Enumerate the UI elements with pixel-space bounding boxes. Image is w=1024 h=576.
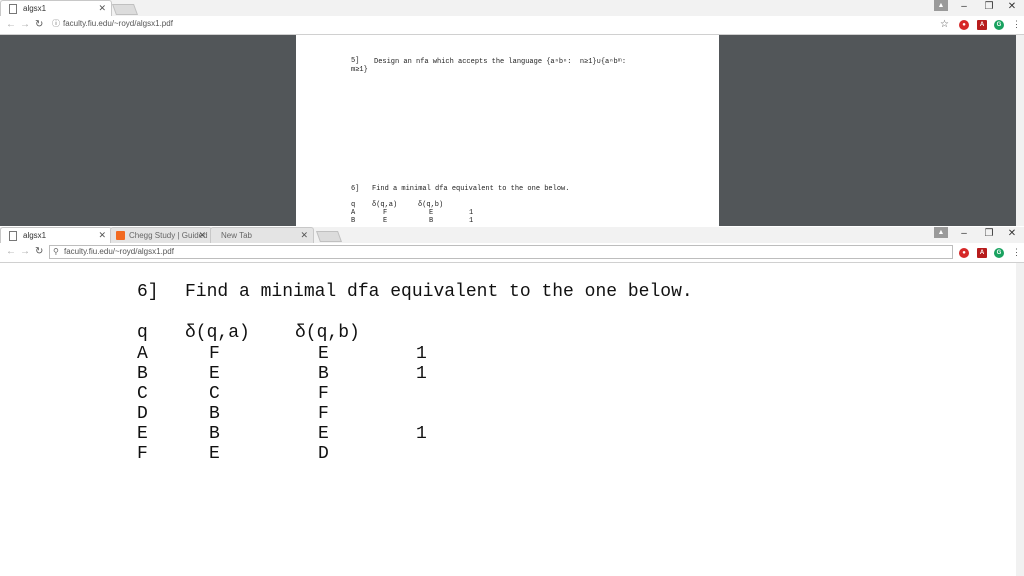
problem5-line2: m≥1} <box>351 66 368 74</box>
row-E-a: B <box>209 424 220 444</box>
extension-red-icon[interactable]: ● <box>959 248 969 258</box>
profile-icon[interactable]: ▲ <box>934 0 948 11</box>
extension-pdf-icon[interactable]: A <box>977 20 987 30</box>
close-window-icon[interactable]: ✕ <box>1005 227 1019 241</box>
bottom-address-bar[interactable]: ⚲ faculty.fiu.edu/~royd/algsx1.pdf <box>49 245 953 259</box>
top-scrollbar[interactable] <box>1016 35 1024 226</box>
row-A-accept: 1 <box>416 344 427 364</box>
forward-arrow-icon[interactable]: → <box>20 246 30 257</box>
row-F-b: D <box>318 444 329 464</box>
reload-icon[interactable]: ↻ <box>35 246 43 257</box>
top-row-B-a: E <box>383 217 388 225</box>
extension-green-icon[interactable]: G <box>994 20 1004 30</box>
tab-title: algsx1 <box>23 4 47 13</box>
tab-title: New Tab <box>221 231 252 240</box>
top-header-delta-b: δ(q,b) <box>418 201 444 209</box>
search-icon: ⚲ <box>53 247 59 256</box>
new-tab-button[interactable] <box>111 4 139 15</box>
star-icon[interactable]: ☆ <box>940 19 949 30</box>
top-row-A-q: A <box>351 209 356 217</box>
header-delta-a: δ(q,a) <box>185 323 250 343</box>
top-row-A-accept: 1 <box>469 209 474 217</box>
row-D-a: B <box>209 404 220 424</box>
problem6-number: 6] <box>137 282 159 302</box>
page-icon <box>9 4 17 14</box>
bottom-tab-newtab[interactable]: New Tab ✕ <box>210 227 314 243</box>
header-delta-b: δ(q,b) <box>295 323 360 343</box>
bottom-browser-window: algsx1 ✕ Chegg Study | Guided So ✕ New T… <box>0 227 1024 576</box>
restore-icon[interactable]: ❐ <box>982 0 996 14</box>
bottom-toolbar: ← → ↻ ⚲ faculty.fiu.edu/~royd/algsx1.pdf… <box>0 243 1024 263</box>
profile-icon[interactable]: ▲ <box>934 227 948 238</box>
top-header-delta-a: δ(q,a) <box>372 201 398 209</box>
problem5-line1: Design an nfa which accepts the language… <box>374 58 627 66</box>
close-icon[interactable]: ✕ <box>98 1 106 16</box>
row-C-q: C <box>137 384 148 404</box>
problem6-text: Find a minimal dfa equivalent to the one… <box>185 282 693 302</box>
row-F-q: F <box>137 444 148 464</box>
url-text: faculty.fiu.edu/~royd/algsx1.pdf <box>64 247 174 256</box>
problem6-number: 6] <box>351 185 360 193</box>
extension-pdf-icon[interactable]: A <box>977 248 987 258</box>
extension-green-icon[interactable]: G <box>994 248 1004 258</box>
tab-title: algsx1 <box>23 231 47 240</box>
row-A-q: A <box>137 344 148 364</box>
close-window-icon[interactable]: ✕ <box>1005 0 1019 14</box>
reload-icon[interactable]: ↻ <box>35 19 43 30</box>
bottom-tab-algsx1[interactable]: algsx1 ✕ <box>0 227 112 243</box>
extension-red-icon[interactable]: ● <box>959 20 969 30</box>
chegg-icon <box>116 231 125 240</box>
top-row-B-q: B <box>351 217 356 225</box>
top-browser-window: algsx1 ✕ ▲ – ❐ ✕ ← → ↻ ⓘ faculty.fiu.edu… <box>0 0 1024 227</box>
top-pdf-page: 5] Design an nfa which accepts the langu… <box>296 35 719 226</box>
kebab-menu-icon[interactable]: ⋮ <box>1012 247 1021 258</box>
bottom-tab-strip: algsx1 ✕ Chegg Study | Guided So ✕ New T… <box>0 227 1024 243</box>
top-tab-algsx1[interactable]: algsx1 ✕ <box>0 0 112 16</box>
top-row-B-accept: 1 <box>469 217 474 225</box>
row-B-a: E <box>209 364 220 384</box>
top-header-q: q <box>351 201 356 209</box>
page-icon <box>9 231 17 241</box>
row-B-b: B <box>318 364 329 384</box>
minimize-icon[interactable]: – <box>957 0 971 14</box>
row-D-b: F <box>318 404 329 424</box>
row-D-q: D <box>137 404 148 424</box>
bottom-tab-chegg[interactable]: Chegg Study | Guided So ✕ <box>110 227 212 243</box>
top-tab-strip: algsx1 ✕ ▲ – ❐ ✕ <box>0 0 1024 16</box>
top-row-A-a: F <box>383 209 388 217</box>
kebab-menu-icon[interactable]: ⋮ <box>1012 19 1021 30</box>
url-text: faculty.fiu.edu/~royd/algsx1.pdf <box>63 19 173 28</box>
row-B-q: B <box>137 364 148 384</box>
new-tab-button[interactable] <box>315 231 343 242</box>
close-icon[interactable]: ✕ <box>98 228 106 243</box>
row-B-accept: 1 <box>416 364 427 384</box>
row-A-a: F <box>209 344 220 364</box>
problem6-text: Find a minimal dfa equivalent to the one… <box>372 185 570 193</box>
restore-icon[interactable]: ❐ <box>982 227 996 241</box>
row-E-accept: 1 <box>416 424 427 444</box>
top-toolbar: ← → ↻ ⓘ faculty.fiu.edu/~royd/algsx1.pdf… <box>0 16 1024 35</box>
row-C-b: F <box>318 384 329 404</box>
back-arrow-icon[interactable]: ← <box>6 19 16 30</box>
row-A-b: E <box>318 344 329 364</box>
close-icon[interactable]: ✕ <box>198 228 206 243</box>
bottom-pdf-page: 6] Find a minimal dfa equivalent to the … <box>0 263 1016 576</box>
info-icon: ⓘ <box>52 19 60 28</box>
top-row-A-b: E <box>429 209 434 217</box>
forward-arrow-icon[interactable]: → <box>20 19 30 30</box>
row-E-q: E <box>137 424 148 444</box>
bottom-scrollbar[interactable] <box>1016 263 1024 576</box>
back-arrow-icon[interactable]: ← <box>6 246 16 257</box>
row-F-a: E <box>209 444 220 464</box>
close-icon[interactable]: ✕ <box>300 228 308 243</box>
top-address-bar[interactable]: ⓘ faculty.fiu.edu/~royd/algsx1.pdf <box>49 18 949 32</box>
top-row-B-b: B <box>429 217 434 225</box>
header-q: q <box>137 323 148 343</box>
problem5-number: 5] <box>351 57 360 65</box>
row-C-a: C <box>209 384 220 404</box>
row-E-b: E <box>318 424 329 444</box>
minimize-icon[interactable]: – <box>957 227 971 241</box>
